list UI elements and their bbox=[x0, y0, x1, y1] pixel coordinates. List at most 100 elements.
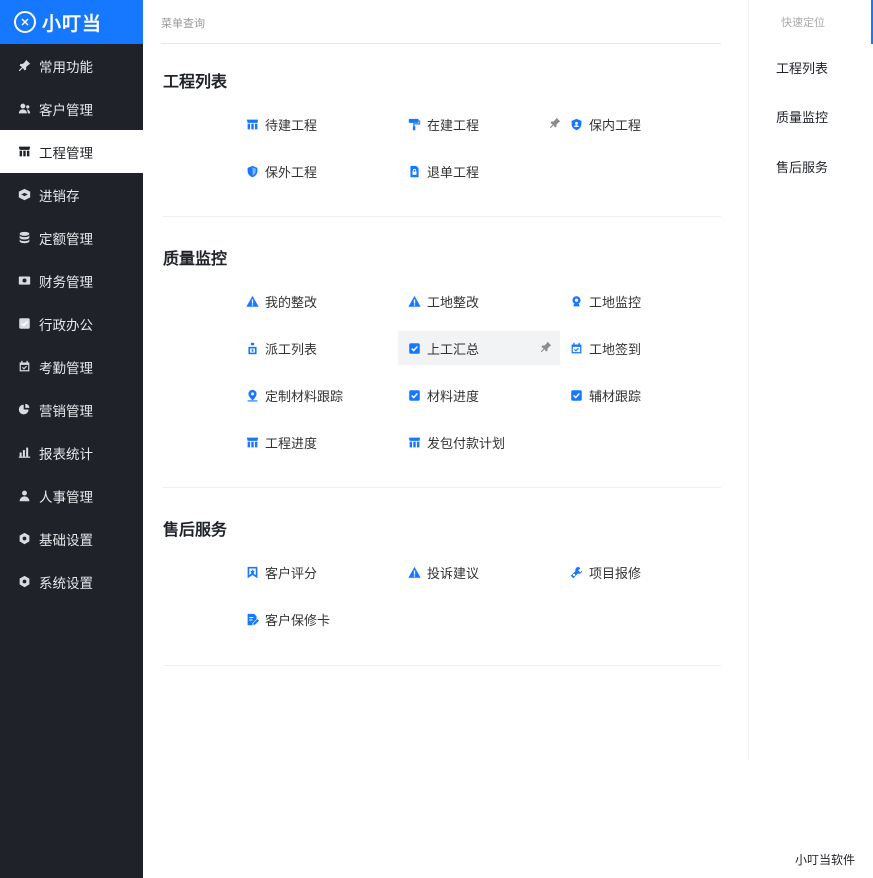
pin-icon[interactable] bbox=[549, 117, 561, 129]
brand-header[interactable]: 小叮当 bbox=[0, 0, 143, 44]
menu-item[interactable]: 客户评分 bbox=[245, 555, 407, 589]
menu-item-label: 待建工程 bbox=[265, 118, 318, 134]
file-lock-icon bbox=[407, 164, 421, 178]
database-icon bbox=[17, 231, 31, 245]
bookmark-icon bbox=[245, 565, 259, 579]
calendar-check-icon bbox=[569, 341, 583, 355]
menu-item-label: 发包付款计划 bbox=[427, 436, 506, 452]
store-icon bbox=[17, 145, 31, 159]
menu-item[interactable]: 在建工程 bbox=[407, 107, 569, 141]
menu-item-label: 工地签到 bbox=[589, 342, 642, 358]
tools-icon bbox=[569, 565, 583, 579]
file-edit-icon bbox=[245, 612, 259, 626]
sidebar-item-label: 工程管理 bbox=[39, 145, 93, 162]
menu-item[interactable]: 待建工程 bbox=[245, 107, 407, 141]
menu-item[interactable]: 我的整改 bbox=[245, 284, 407, 318]
menu-item[interactable]: 上工汇总 bbox=[398, 331, 560, 365]
menu-item[interactable]: 材料进度 bbox=[407, 378, 569, 412]
pin-icon bbox=[17, 59, 31, 73]
menu-item[interactable]: 发包付款计划 bbox=[407, 425, 569, 459]
section-title: 售后服务 bbox=[163, 520, 228, 539]
main-content: 菜单查询 工程列表 待建工程 在建工程 保内工程 保外工程 退单工程 质量监控 我的整改 工地整… bbox=[143, 0, 748, 878]
sidebar-item-12[interactable]: 系统设置 bbox=[0, 560, 143, 603]
menu-item[interactable]: 保外工程 bbox=[245, 154, 407, 188]
sidebar-item-label: 财务管理 bbox=[39, 274, 93, 291]
menu-item-label: 工地监控 bbox=[589, 295, 642, 311]
check-square-icon bbox=[17, 317, 31, 331]
menu-item[interactable]: 工地整改 bbox=[407, 284, 569, 318]
sidebar: 小叮当 常用功能客户管理工程管理进销存定额管理财务管理行政办公考勤管理营销管理报… bbox=[0, 0, 143, 878]
sidebar-item-7[interactable]: 考勤管理 bbox=[0, 345, 143, 388]
menu-item-label: 投诉建议 bbox=[427, 566, 480, 582]
menu-item[interactable]: 工程进度 bbox=[245, 425, 407, 459]
sidebar-item-6[interactable]: 行政办公 bbox=[0, 302, 143, 345]
breadcrumb: 菜单查询 bbox=[161, 17, 205, 30]
user-group-icon bbox=[17, 489, 31, 503]
store-icon bbox=[407, 435, 421, 449]
sidebar-item-label: 常用功能 bbox=[39, 59, 93, 76]
users-icon bbox=[17, 102, 31, 116]
quick-nav-title: 快速定位 bbox=[781, 16, 825, 29]
paint-roller-icon bbox=[407, 117, 421, 131]
quick-nav-item-project-list[interactable]: 工程列表 bbox=[776, 58, 828, 77]
menu-item[interactable]: 保内工程 bbox=[569, 107, 731, 141]
menu-item[interactable]: 退单工程 bbox=[407, 154, 569, 188]
brand-logo-icon bbox=[14, 11, 36, 33]
shield-icon bbox=[245, 164, 259, 178]
sidebar-item-label: 报表统计 bbox=[39, 446, 93, 463]
menu-item-label: 材料进度 bbox=[427, 389, 480, 405]
menu-item-label: 辅材跟踪 bbox=[589, 389, 642, 405]
quick-nav: 快速定位 工程列表 质量监控 售后服务 bbox=[748, 0, 873, 760]
menu-item-label: 在建工程 bbox=[427, 118, 480, 134]
section-divider bbox=[163, 487, 721, 488]
footer-brand: 小叮当软件 bbox=[795, 853, 856, 867]
sidebar-item-3[interactable]: 进销存 bbox=[0, 173, 143, 216]
sidebar-item-label: 客户管理 bbox=[39, 102, 93, 119]
store-icon bbox=[245, 117, 259, 131]
menu-item[interactable]: 工地签到 bbox=[569, 331, 731, 365]
sidebar-item-1[interactable]: 客户管理 bbox=[0, 87, 143, 130]
sidebar-item-label: 定额管理 bbox=[39, 231, 93, 248]
sidebar-item-8[interactable]: 营销管理 bbox=[0, 388, 143, 431]
check-square-icon bbox=[569, 388, 583, 402]
menu-item[interactable]: 项目报修 bbox=[569, 555, 731, 589]
menu-item-label: 保内工程 bbox=[589, 118, 642, 134]
menu-item[interactable]: 客户保修卡 bbox=[245, 602, 407, 636]
menu-item[interactable]: 定制材料跟踪 bbox=[245, 378, 407, 412]
store-icon bbox=[245, 435, 259, 449]
menu-item[interactable]: 工地监控 bbox=[569, 284, 731, 318]
app-root: 小叮当 常用功能客户管理工程管理进销存定额管理财务管理行政办公考勤管理营销管理报… bbox=[0, 0, 873, 878]
gear-icon bbox=[17, 532, 31, 546]
menu-item-label: 退单工程 bbox=[427, 165, 480, 181]
calendar-check-icon bbox=[17, 360, 31, 374]
menu-item[interactable]: 投诉建议 bbox=[407, 555, 569, 589]
sidebar-item-9[interactable]: 报表统计 bbox=[0, 431, 143, 474]
sidebar-item-10[interactable]: 人事管理 bbox=[0, 474, 143, 517]
chart-icon bbox=[17, 446, 31, 460]
check-square-icon bbox=[407, 388, 421, 402]
cube-icon bbox=[17, 188, 31, 202]
webcam-icon bbox=[569, 294, 583, 308]
menu-item[interactable]: 派工列表 bbox=[245, 331, 407, 365]
sidebar-item-label: 人事管理 bbox=[39, 489, 93, 506]
menu-item[interactable]: 辅材跟踪 bbox=[569, 378, 731, 412]
pin-icon[interactable] bbox=[540, 341, 552, 353]
sidebar-item-label: 进销存 bbox=[39, 188, 80, 205]
gear-icon bbox=[17, 575, 31, 589]
sidebar-item-0[interactable]: 常用功能 bbox=[0, 44, 143, 87]
warning-icon bbox=[407, 294, 421, 308]
quick-nav-item-after-sales[interactable]: 售后服务 bbox=[776, 157, 828, 176]
section-title: 工程列表 bbox=[163, 72, 228, 91]
brand-name: 小叮当 bbox=[42, 12, 103, 35]
quick-nav-item-quality[interactable]: 质量监控 bbox=[776, 107, 828, 126]
menu-item-label: 工程进度 bbox=[265, 436, 318, 452]
sidebar-item-label: 考勤管理 bbox=[39, 360, 93, 377]
sidebar-item-2[interactable]: 工程管理 bbox=[0, 130, 143, 173]
sidebar-item-label: 行政办公 bbox=[39, 317, 93, 334]
sidebar-item-5[interactable]: 财务管理 bbox=[0, 259, 143, 302]
sidebar-item-11[interactable]: 基础设置 bbox=[0, 517, 143, 560]
sidebar-item-4[interactable]: 定额管理 bbox=[0, 216, 143, 259]
money-icon bbox=[17, 274, 31, 288]
sidebar-item-label: 营销管理 bbox=[39, 403, 93, 420]
shield-user-icon bbox=[569, 117, 583, 131]
